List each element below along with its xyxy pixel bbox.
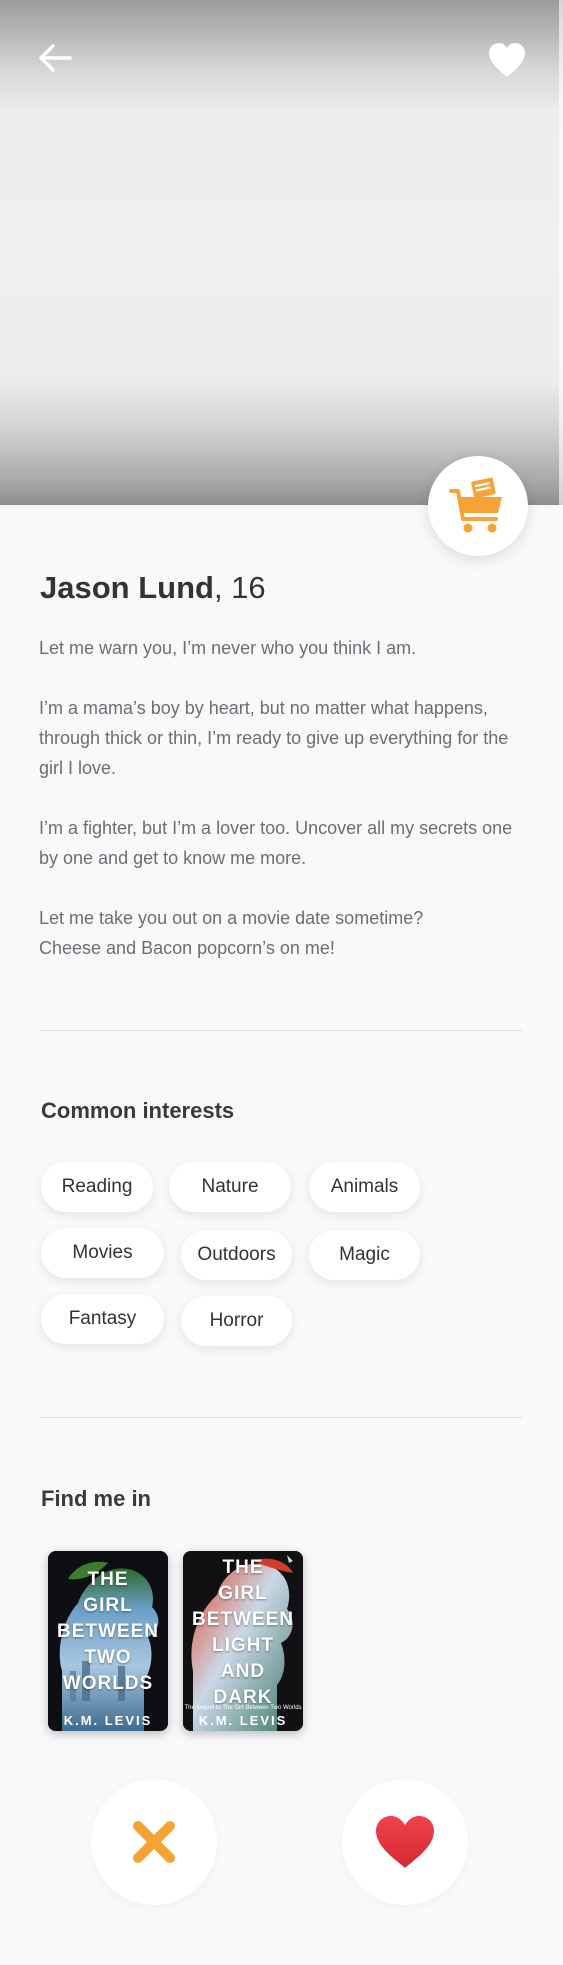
cart-button[interactable] <box>428 456 528 556</box>
interest-chip-movies[interactable]: Movies <box>41 1228 164 1278</box>
interest-chip-fantasy[interactable]: Fantasy <box>41 1294 164 1344</box>
bio-paragraph: I’m a fighter, but I’m a lover too. Unco… <box>39 818 513 868</box>
photo-edge <box>559 0 563 505</box>
bio-paragraph: Let me warn you, I’m never who you think… <box>39 638 417 658</box>
book-cover-girl-between-light-and-dark[interactable]: THE GIRL BETWEEN LIGHT AND DARK The sequ… <box>183 1551 303 1731</box>
shopping-cart-icon <box>449 477 502 533</box>
profile-age: , 16 <box>213 570 266 605</box>
interest-chip-nature[interactable]: Nature <box>169 1162 291 1212</box>
profile-name-line: Jason Lund, 16 <box>40 570 266 606</box>
x-icon <box>133 1821 175 1863</box>
like-button[interactable] <box>342 1779 468 1905</box>
arrow-left-icon <box>39 44 72 72</box>
back-button[interactable] <box>36 40 76 76</box>
interest-chip-outdoors[interactable]: Outdoors <box>181 1230 292 1280</box>
book-author: K.M. LEVIS <box>198 1713 288 1728</box>
book-cover-girl-between-two-worlds[interactable]: THE GIRL BETWEEN TWO WORLDS K.M. LEVIS <box>48 1551 168 1731</box>
bio-paragraph: I’m a mama’s boy by heart, but no matter… <box>39 698 509 778</box>
heart-icon <box>489 43 525 77</box>
interest-chip-horror[interactable]: Horror <box>181 1296 292 1346</box>
interest-chip-animals[interactable]: Animals <box>309 1162 420 1212</box>
book-title: THE GIRL BETWEEN LIGHT AND DARK <box>192 1557 294 1708</box>
find-me-title: Find me in <box>41 1486 151 1511</box>
heart-icon <box>376 1816 434 1868</box>
section-divider <box>41 1030 522 1031</box>
interest-chip-magic[interactable]: Magic <box>309 1230 420 1280</box>
book-author: K.M. LEVIS <box>63 1713 153 1728</box>
favorite-button[interactable] <box>486 40 528 80</box>
section-divider <box>41 1417 522 1418</box>
interests-title: Common interests <box>41 1098 235 1123</box>
interest-chip-reading[interactable]: Reading <box>41 1162 153 1212</box>
book-title: THE GIRL BETWEEN TWO WORLDS <box>57 1569 159 1694</box>
reject-button[interactable] <box>91 1779 217 1905</box>
bio-paragraph: Let me take you out on a movie date some… <box>39 908 424 958</box>
profile-photo <box>0 0 563 505</box>
profile-bio: Let me warn you, I’m never who you think… <box>39 633 519 993</box>
profile-name: Jason Lund <box>40 570 214 605</box>
book-subtitle: The sequel to The Girl Between Two World… <box>184 1705 302 1711</box>
